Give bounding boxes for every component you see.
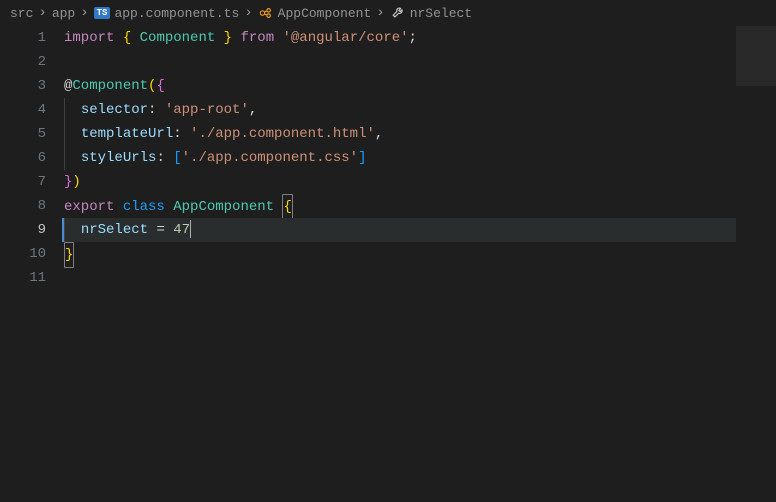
code-line-current[interactable]: nrSelect = 47 — [64, 218, 776, 242]
breadcrumb-item-app[interactable]: app — [52, 6, 75, 21]
code-line[interactable]: styleUrls: ['./app.component.css'] — [64, 146, 776, 170]
line-number: 8 — [0, 194, 46, 218]
code-line[interactable]: selector: 'app-root', — [64, 98, 776, 122]
breadcrumb-label: app.component.ts — [114, 6, 239, 21]
breadcrumb-label: app — [52, 6, 75, 21]
operator: = — [156, 222, 164, 238]
string: './app.component.css' — [182, 150, 358, 166]
indent-guide — [64, 122, 65, 146]
breadcrumb-item-src[interactable]: src — [10, 6, 33, 21]
punctuation: , — [375, 126, 383, 142]
brace: } — [64, 242, 74, 268]
code-line[interactable]: templateUrl: './app.component.html', — [64, 122, 776, 146]
punctuation: ; — [409, 30, 417, 46]
indent-guide — [64, 218, 65, 242]
code-line[interactable] — [64, 266, 776, 290]
string: 'app-root' — [165, 102, 249, 118]
punctuation: : — [173, 126, 181, 142]
breadcrumb-label: src — [10, 6, 33, 21]
code-line[interactable]: } — [64, 242, 776, 266]
punctuation: : — [156, 150, 164, 166]
class-name: AppComponent — [173, 199, 274, 215]
chevron-right-icon: › — [80, 5, 88, 21]
breadcrumb-label: AppComponent — [278, 6, 372, 21]
line-number: 1 — [0, 26, 46, 50]
class-icon — [258, 5, 274, 21]
punctuation: : — [148, 102, 156, 118]
property: nrSelect — [81, 222, 148, 238]
property: styleUrls — [81, 150, 157, 166]
brace: { — [156, 78, 164, 94]
brace: { — [282, 194, 292, 220]
chevron-right-icon: › — [376, 5, 384, 21]
code-line[interactable]: }) — [64, 170, 776, 194]
breadcrumb[interactable]: src › app › TS app.component.ts › AppCom… — [0, 0, 776, 26]
indent-guide — [64, 98, 65, 122]
cursor-icon — [190, 220, 191, 238]
breadcrumb-item-property[interactable]: nrSelect — [390, 5, 472, 21]
line-number: 7 — [0, 170, 46, 194]
wrench-icon — [390, 5, 406, 21]
keyword: import — [64, 30, 114, 46]
keyword: export — [64, 199, 114, 215]
code-editor[interactable]: 1 2 3 4 5 6 7 8 9 10 11 import { Compone… — [0, 26, 776, 502]
line-number: 6 — [0, 146, 46, 170]
minimap[interactable] — [736, 26, 776, 502]
code-area[interactable]: import { Component } from '@angular/core… — [64, 26, 776, 502]
punctuation: , — [249, 102, 257, 118]
code-line[interactable] — [64, 50, 776, 74]
breadcrumb-label: nrSelect — [410, 6, 472, 21]
line-number: 3 — [0, 74, 46, 98]
line-number: 4 — [0, 98, 46, 122]
chevron-right-icon: › — [38, 5, 46, 21]
line-number: 2 — [0, 50, 46, 74]
line-number: 11 — [0, 266, 46, 290]
line-number: 9 — [0, 218, 46, 242]
bracket: [ — [173, 150, 181, 166]
number: 47 — [173, 222, 190, 238]
code-line[interactable]: @Component({ — [64, 74, 776, 98]
breadcrumb-item-file[interactable]: TS app.component.ts — [94, 6, 240, 21]
string: '@angular/core' — [283, 30, 409, 46]
chevron-right-icon: › — [244, 5, 252, 21]
keyword: from — [240, 30, 274, 46]
bracket: ] — [358, 150, 366, 166]
line-number-gutter: 1 2 3 4 5 6 7 8 9 10 11 — [0, 26, 64, 502]
property: templateUrl — [81, 126, 173, 142]
brace: } — [224, 30, 232, 46]
identifier: Component — [140, 30, 216, 46]
decorator: Component — [72, 78, 148, 94]
minimap-viewport[interactable] — [736, 26, 776, 86]
typescript-icon: TS — [94, 7, 111, 19]
indent-guide — [64, 146, 65, 170]
code-line[interactable]: export class AppComponent { — [64, 194, 776, 218]
line-number: 5 — [0, 122, 46, 146]
paren: ) — [72, 174, 80, 190]
code-line[interactable]: import { Component } from '@angular/core… — [64, 26, 776, 50]
line-number: 10 — [0, 242, 46, 266]
property: selector — [81, 102, 148, 118]
breadcrumb-item-class[interactable]: AppComponent — [258, 5, 372, 21]
string: './app.component.html' — [190, 126, 375, 142]
brace: { — [123, 30, 131, 46]
keyword: class — [123, 199, 165, 215]
